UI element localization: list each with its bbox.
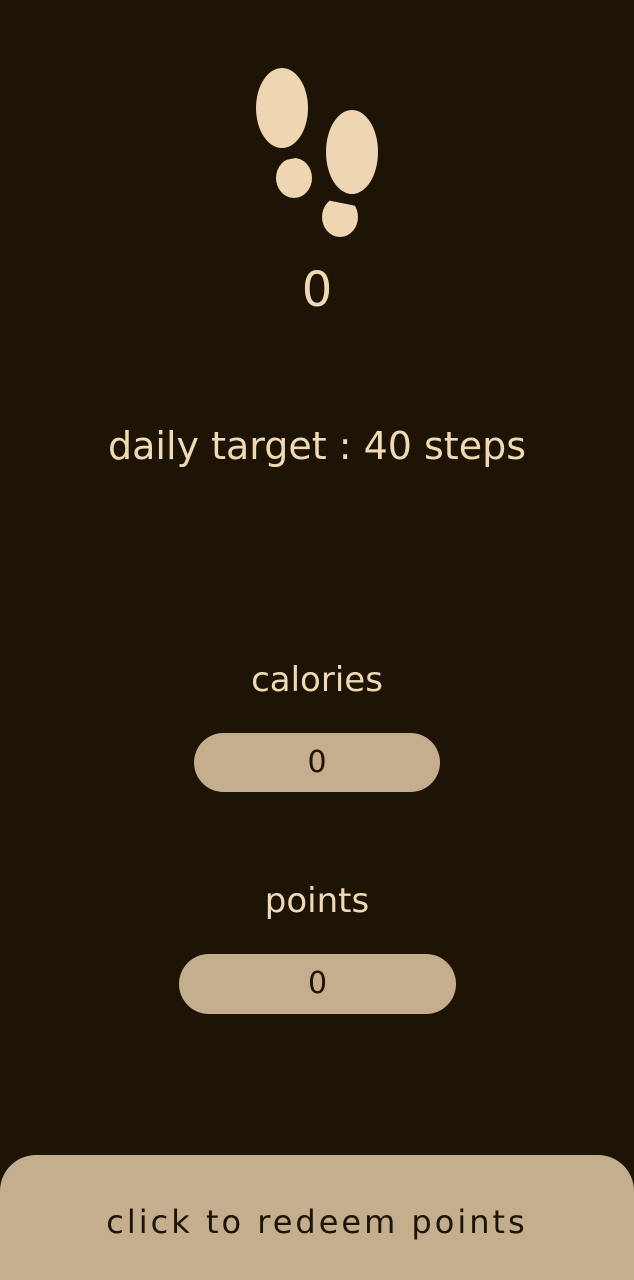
right-foot-sole bbox=[326, 110, 378, 194]
redeem-points-button[interactable]: click to redeem points bbox=[0, 1155, 634, 1280]
left-foot-heel bbox=[276, 158, 312, 198]
points-value: 0 bbox=[179, 954, 456, 1014]
calories-value: 0 bbox=[194, 733, 440, 792]
daily-target-label: daily target : 40 steps bbox=[107, 424, 527, 468]
footprints-icon bbox=[256, 68, 378, 237]
points-label: points bbox=[264, 881, 370, 921]
steps-count: 0 bbox=[301, 262, 333, 318]
calories-label: calories bbox=[251, 660, 383, 700]
left-foot-sole bbox=[256, 68, 308, 148]
